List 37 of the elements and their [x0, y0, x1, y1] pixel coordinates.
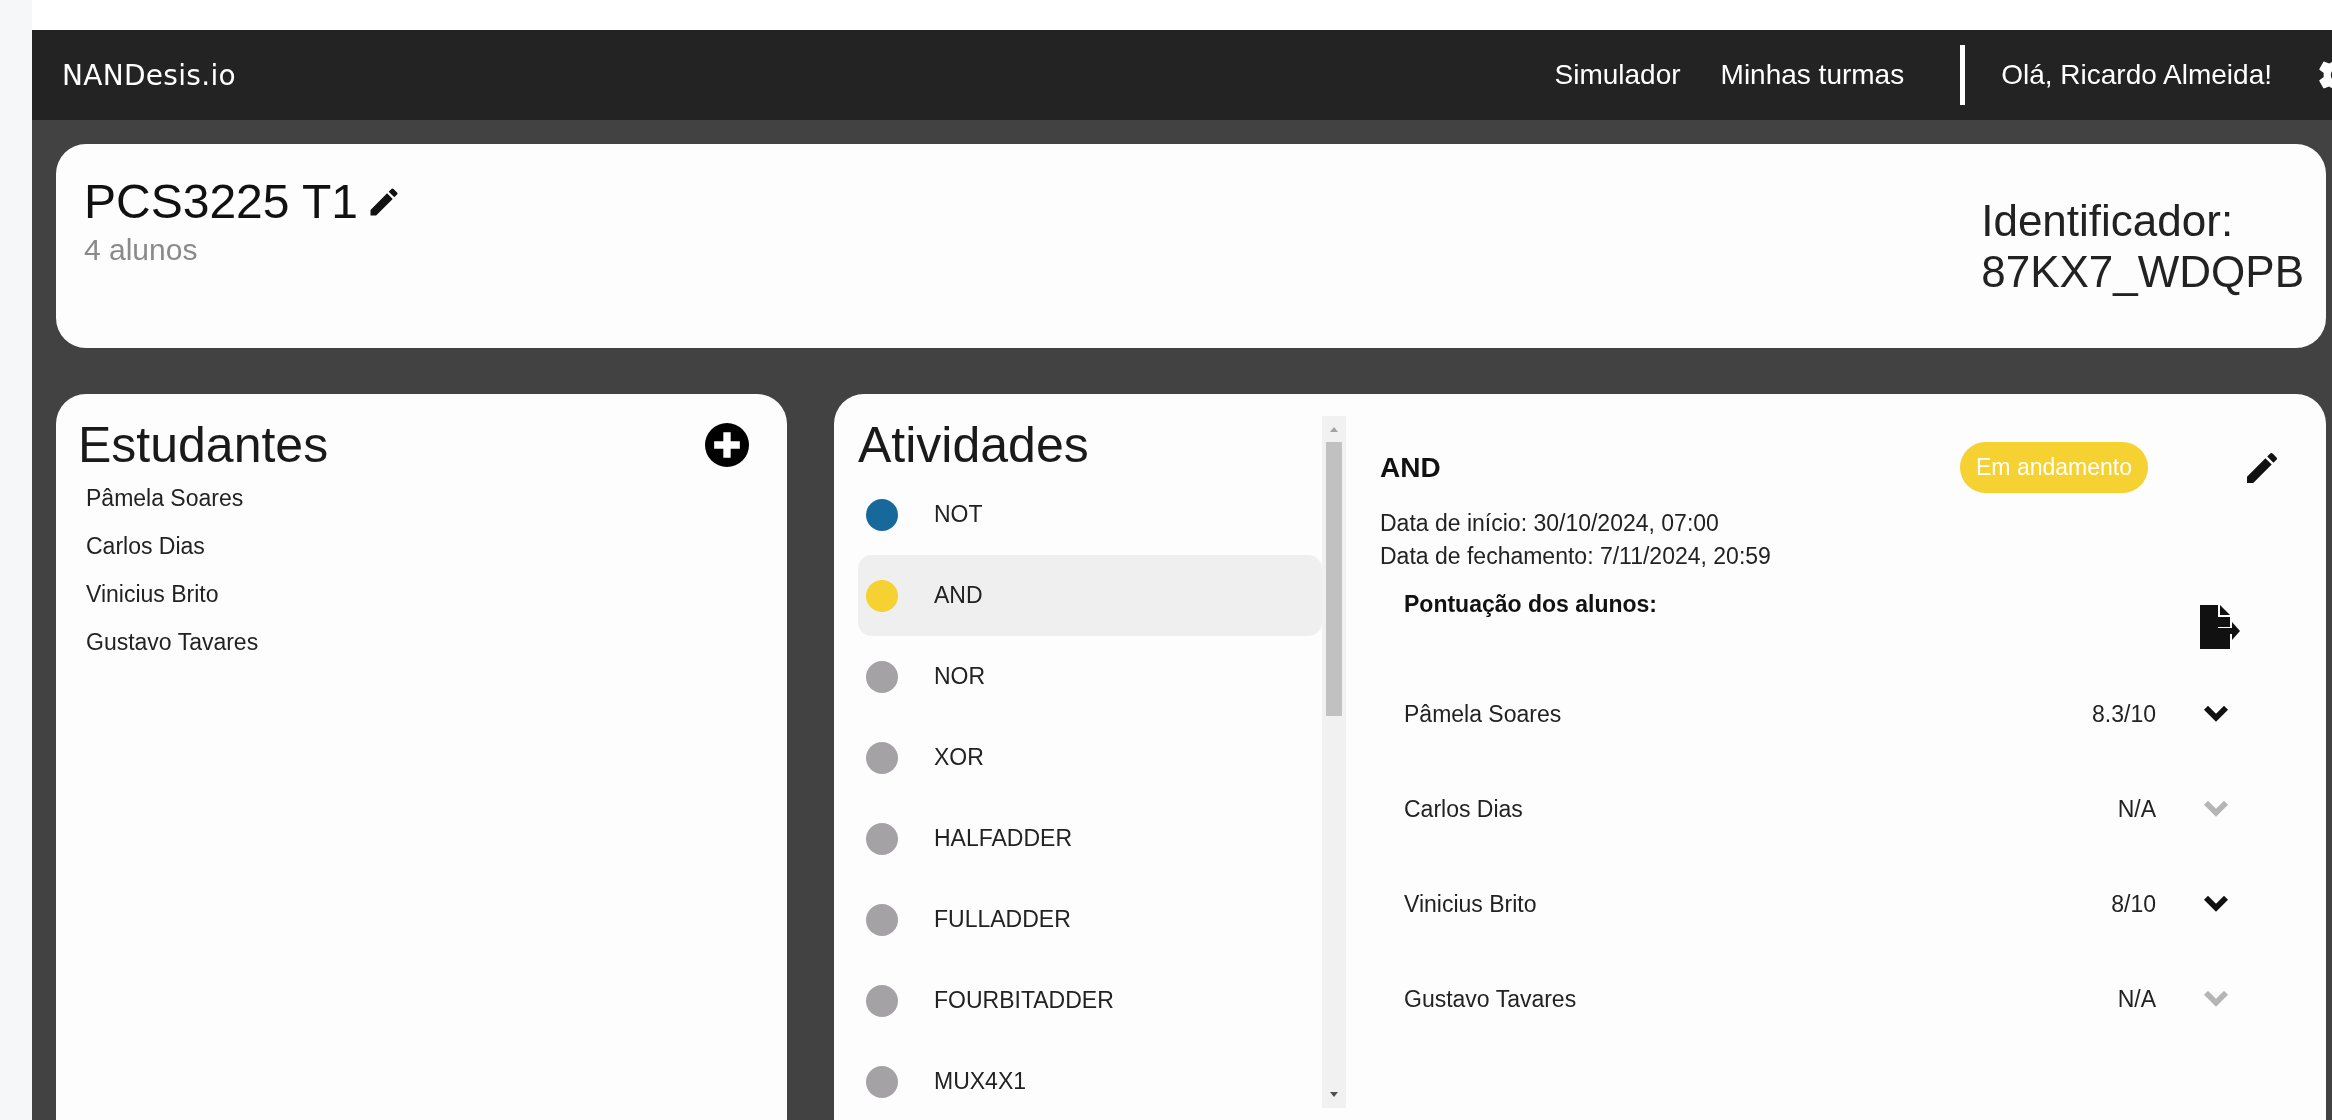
nav-link[interactable]: Minhas turmas: [1720, 59, 1905, 91]
activity-item[interactable]: NOR: [858, 636, 1322, 717]
nav-link[interactable]: Simulador: [1554, 59, 1681, 91]
activities-title: Atividades: [858, 416, 1090, 474]
student-name: Gustavo Tavares: [1404, 986, 1578, 1013]
student-name: Carlos Dias: [1404, 796, 1524, 823]
activity-title: AND: [1380, 451, 1442, 484]
identifier-code: 87KX7_WDQPB: [1981, 246, 2304, 298]
start-date: Data de início: 30/10/2024, 07:00: [1380, 509, 1720, 538]
score: N/A: [2117, 986, 2156, 1013]
class-title: PCS3225 T1: [84, 174, 358, 229]
user-greeting: Olá, Ricardo Almeida!: [2001, 59, 2272, 91]
student-name[interactable]: Gustavo Tavares: [86, 618, 749, 666]
status-badge: Em andamento: [1960, 442, 2148, 493]
student-name[interactable]: Pâmela Soares: [86, 474, 749, 522]
student-name: Pâmela Soares: [1404, 701, 1563, 728]
activity-item[interactable]: HALFADDER: [858, 798, 1322, 879]
identifier-label: Identificador:: [1981, 196, 2235, 247]
activity-item[interactable]: MUX4X1: [858, 1041, 1322, 1120]
student-count: 4 alunos: [84, 233, 199, 267]
student-name[interactable]: Carlos Dias: [86, 522, 749, 570]
score: N/A: [2117, 796, 2156, 823]
add-icon[interactable]: [705, 423, 749, 467]
activity-item[interactable]: FULLADDER: [858, 879, 1322, 960]
activity-item[interactable]: NOT: [858, 474, 1322, 555]
app-logo[interactable]: NANDesis.io: [62, 58, 236, 92]
scores-title: Pontuação dos alunos:: [1404, 591, 1658, 618]
end-date: Data de fechamento: 7/11/2024, 20:59: [1380, 542, 1772, 571]
activity-item[interactable]: XOR: [858, 717, 1322, 798]
student-name: Vinicius Brito: [1404, 891, 1538, 918]
students-title: Estudantes: [78, 416, 329, 474]
activity-item[interactable]: AND: [858, 555, 1322, 636]
student-name[interactable]: Vinicius Brito: [86, 570, 749, 618]
score: 8/10: [2111, 891, 2156, 918]
score: 8.3/10: [2092, 701, 2156, 728]
scrollbar[interactable]: [1322, 416, 1346, 1108]
activity-item[interactable]: FOURBITADDER: [858, 960, 1322, 1041]
